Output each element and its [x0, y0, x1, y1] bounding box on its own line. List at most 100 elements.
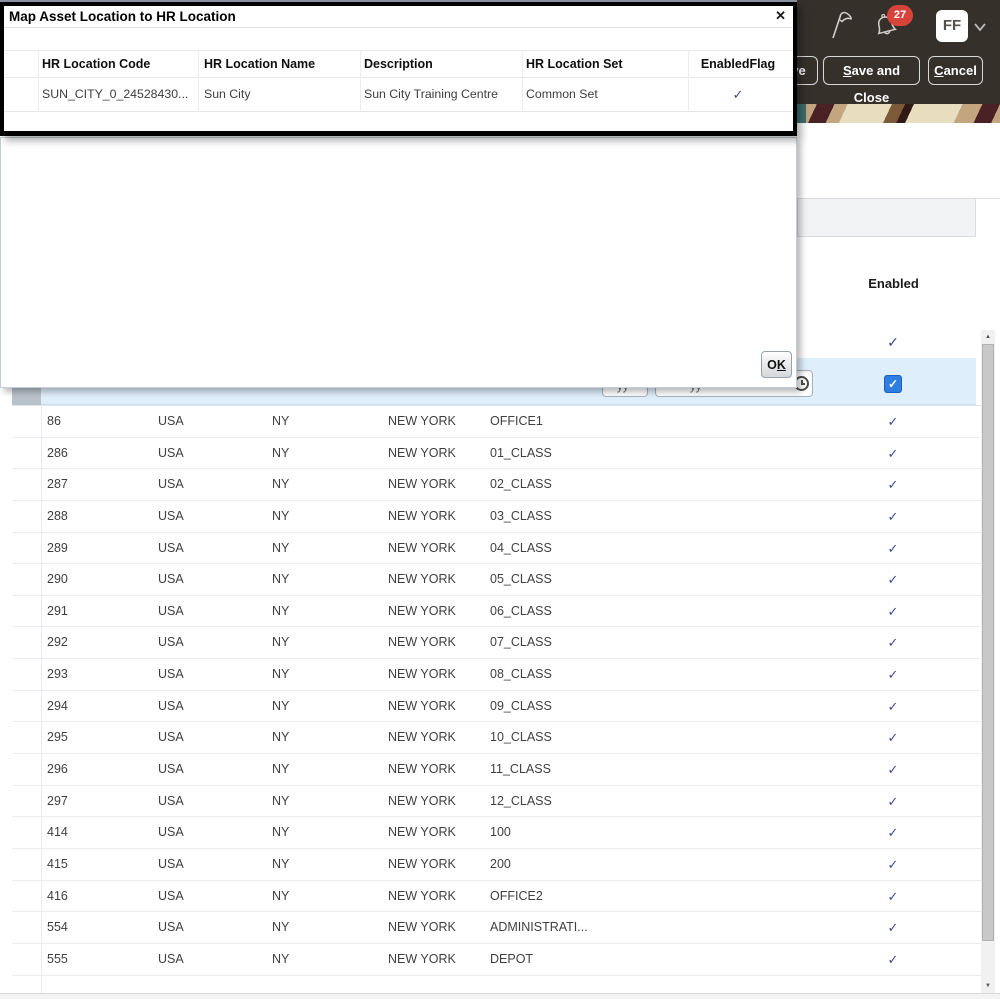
avatar[interactable]: FF — [936, 10, 968, 42]
table-row[interactable]: 414 USA NY NEW YORK 100 ✓ — [12, 817, 981, 849]
vertical-scrollbar[interactable]: ▲ ▼ — [981, 330, 995, 993]
table-row[interactable]: 295 USA NY NEW YORK 10_CLASS ✓ — [12, 722, 981, 755]
cell-state: NY — [272, 951, 290, 966]
table-row[interactable]: 297 USA NY NEW YORK 12_CLASS ✓ — [12, 785, 981, 818]
cell-country: USA — [158, 730, 184, 745]
save-and-close-button[interactable]: Save and Close — [823, 56, 920, 105]
cell-city: NEW YORK — [388, 540, 456, 555]
cell-location-id: 416 — [47, 888, 68, 903]
table-row[interactable]: 294 USA NY NEW YORK 09_CLASS ✓ — [12, 690, 981, 723]
enabled-check: ✓ — [887, 793, 899, 809]
cell-location-code: 07_CLASS — [490, 635, 552, 650]
cell-state: NY — [272, 603, 290, 618]
cell-country: USA — [158, 414, 184, 428]
table-row[interactable]: 288 USA NY NEW YORK 03_CLASS ✓ — [12, 500, 981, 533]
cell-location-code: ADMINISTRATI... — [490, 920, 588, 935]
cell-state: NY — [272, 572, 290, 587]
cell-country: USA — [158, 825, 184, 840]
enabled-check: ✓ — [887, 540, 899, 556]
cell-state: NY — [272, 825, 290, 840]
cell-location-id: 292 — [47, 635, 68, 650]
col-hr-location-set: HR Location Set — [526, 57, 623, 71]
cell-location-id: 294 — [47, 698, 68, 713]
cell-country: USA — [158, 508, 184, 523]
table-row[interactable]: 286 USA NY NEW YORK 01_CLASS ✓ — [12, 437, 981, 470]
cell-location-id: 286 — [47, 445, 68, 460]
enabled-check: ✓ — [887, 477, 899, 493]
dialog-table-row[interactable]: SUN_CITY_0_24528430... Sun City Sun City… — [4, 78, 793, 112]
enabled-check: ✓ — [887, 762, 899, 778]
cell-location-id: 555 — [47, 951, 68, 966]
table-row[interactable]: 289 USA NY NEW YORK 04_CLASS ✓ — [12, 532, 981, 565]
cell-city: NEW YORK — [388, 477, 456, 492]
enabled-check: ✓ — [887, 698, 899, 714]
cell-city: NEW YORK — [388, 445, 456, 460]
cell-city: NEW YORK — [388, 793, 456, 808]
cell-country: USA — [158, 667, 184, 682]
enabled-checkbox[interactable]: ✓ — [884, 375, 902, 393]
cell-country: USA — [158, 477, 184, 492]
enabled-check: ✓ — [887, 572, 899, 588]
cell-location-code: 04_CLASS — [490, 540, 552, 555]
enabled-check: ✓ — [887, 635, 899, 651]
cell-state: NY — [272, 856, 290, 871]
banner-image — [797, 104, 1000, 123]
cell-country: USA — [158, 920, 184, 935]
dialog-col-divider — [688, 50, 689, 112]
cell-state: NY — [272, 793, 290, 808]
cell-location-code: 12_CLASS — [490, 793, 552, 808]
table-row[interactable]: 293 USA NY NEW YORK 08_CLASS ✓ — [12, 659, 981, 691]
cell-state: NY — [272, 508, 290, 523]
cell-location-id: 291 — [47, 603, 68, 618]
cell-country: USA — [158, 951, 184, 966]
table-row[interactable]: 86 USA NY NEW YORK OFFICE1 ✓ — [12, 406, 981, 438]
cell-state: NY — [272, 698, 290, 713]
table-row[interactable]: 554 USA NY NEW YORK ADMINISTRATI... ✓ — [12, 912, 981, 944]
table-row[interactable]: 416 USA NY NEW YORK OFFICE2 ✓ — [12, 880, 981, 913]
close-icon[interactable]: ✕ — [775, 8, 786, 24]
table-row[interactable]: 291 USA NY NEW YORK 06_CLASS ✓ — [12, 595, 981, 628]
cell-location-code: 200 — [490, 856, 511, 871]
cell-state: NY — [272, 667, 290, 682]
table-row[interactable]: 287 USA NY NEW YORK 02_CLASS ✓ — [12, 469, 981, 501]
enabled-check: ✓ — [887, 920, 899, 936]
scroll-down-icon[interactable]: ▼ — [981, 979, 995, 993]
scrollbar-thumb[interactable] — [982, 344, 994, 941]
table-row[interactable]: 296 USA NY NEW YORK 11_CLASS ✓ — [12, 754, 981, 786]
cell-location-code: 11_CLASS — [490, 762, 551, 777]
dialog-title-bar: Map Asset Location to HR Location ✕ — [4, 6, 793, 28]
cell-country: USA — [158, 856, 184, 871]
table-row[interactable]: 290 USA NY NEW YORK 05_CLASS ✓ — [12, 564, 981, 596]
cell-location-id: 295 — [47, 730, 68, 745]
table-row[interactable]: 415 USA NY NEW YORK 200 ✓ — [12, 848, 981, 881]
enabled-check: ✓ — [887, 888, 899, 904]
flag-icon[interactable] — [827, 10, 855, 42]
scroll-up-icon[interactable]: ▲ — [981, 330, 995, 344]
dialog-col-divider — [522, 50, 523, 112]
enabled-check: ✓ — [887, 825, 899, 841]
cell-location-code: 01_CLASS — [490, 445, 552, 460]
cell-state: NY — [272, 762, 290, 777]
cell-country: USA — [158, 888, 184, 903]
cell-city: NEW YORK — [388, 635, 456, 650]
cell-city: NEW YORK — [388, 951, 456, 966]
chevron-down-icon[interactable] — [973, 22, 987, 32]
lov-results-panel: OK — [0, 137, 797, 388]
cell-location-code: 05_CLASS — [490, 572, 552, 587]
ok-button[interactable]: OK — [761, 351, 792, 378]
cell-country: USA — [158, 762, 184, 777]
table-row[interactable]: 292 USA NY NEW YORK 07_CLASS ✓ — [12, 627, 981, 660]
locations-table-body: 86 USA NY NEW YORK OFFICE1 ✓ 286 USA NY … — [12, 405, 981, 976]
cell-state: NY — [272, 635, 290, 650]
dialog-title: Map Asset Location to HR Location — [9, 9, 236, 24]
cell-country: USA — [158, 793, 184, 808]
cancel-button[interactable]: Cancel — [928, 56, 983, 85]
cell-location-id: 293 — [47, 667, 68, 682]
cell-hr-location-name: Sun City — [204, 87, 251, 101]
cell-location-id: 297 — [47, 793, 68, 808]
cell-city: NEW YORK — [388, 698, 456, 713]
table-row[interactable]: 555 USA NY NEW YORK DEPOT ✓ — [12, 943, 981, 976]
map-location-dialog: Map Asset Location to HR Location ✕ HR L… — [0, 2, 797, 136]
toolbar-panel — [797, 198, 976, 237]
screen: 27 FF Save Save and Close Cancel Enabled… — [0, 0, 1000, 999]
